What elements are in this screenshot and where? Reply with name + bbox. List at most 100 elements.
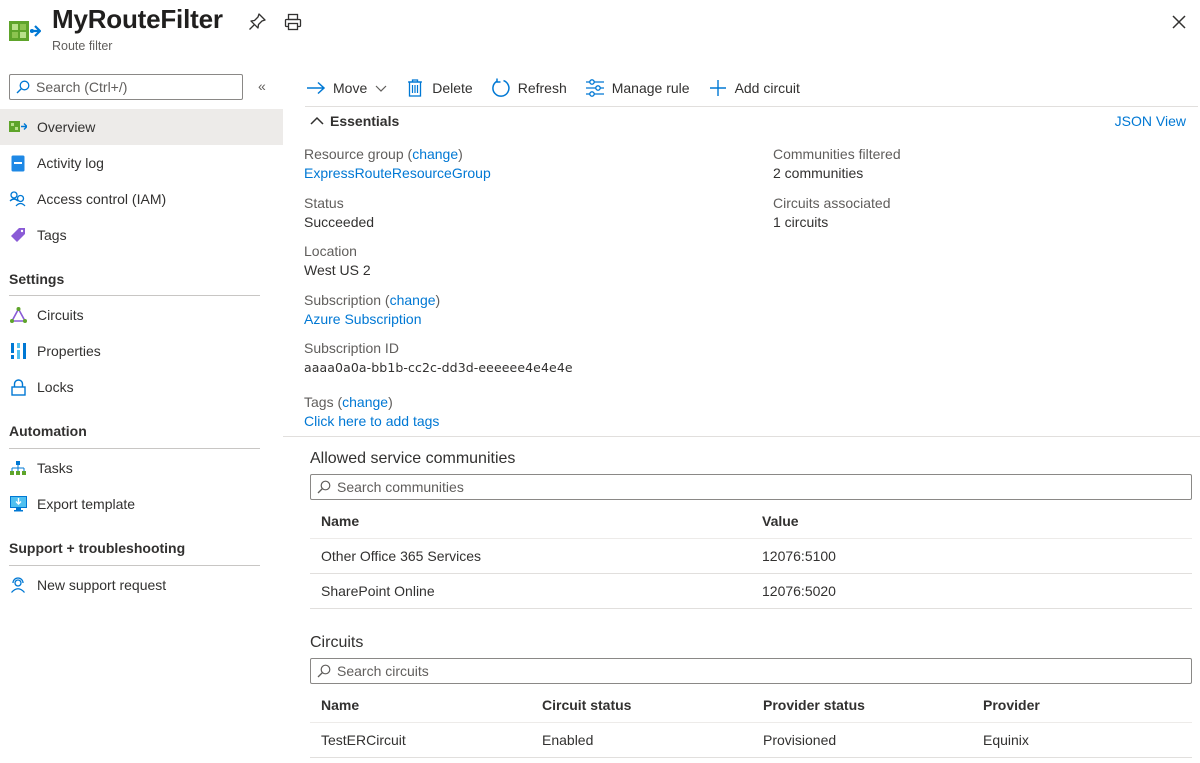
arrow-right-icon xyxy=(305,77,327,99)
circuit-status: Enabled xyxy=(542,732,594,748)
sidebar-item-new-support-request[interactable]: New support request xyxy=(0,567,283,603)
sidebar-search-placeholder: Search (Ctrl+/) xyxy=(36,79,128,95)
lock-icon xyxy=(9,378,27,396)
resource-group-label: Resource group xyxy=(304,146,404,162)
table-row[interactable]: SharePoint Online 12076:5020 xyxy=(310,574,1192,609)
sidebar-item-label: Tags xyxy=(37,227,67,243)
sidebar-item-label: Overview xyxy=(37,119,96,135)
sidebar-item-label: Properties xyxy=(37,343,101,359)
subscription-label: Subscription xyxy=(304,292,382,308)
sidebar-search-input[interactable]: Search (Ctrl+/) xyxy=(9,74,243,100)
export-template-icon xyxy=(9,495,27,513)
section-divider xyxy=(9,565,260,566)
subscription-id-property: Subscription ID aaaa0a0a-bb1b-cc2c-dd3d-… xyxy=(304,339,573,377)
tags-change-link[interactable]: change xyxy=(342,394,388,410)
circuits-section-title: Circuits xyxy=(310,634,364,651)
circuit-icon xyxy=(9,306,27,324)
tags-property: Tags (change) Click here to add tags xyxy=(304,394,440,429)
sidebar-item-label: Tasks xyxy=(37,460,73,476)
sidebar-item-overview[interactable]: Overview xyxy=(0,109,283,145)
location-value: West US 2 xyxy=(304,262,371,278)
sidebar-item-tags[interactable]: Tags xyxy=(0,217,283,253)
search-circuits-input[interactable]: Search circuits xyxy=(310,658,1192,684)
sidebar-item-locks[interactable]: Locks xyxy=(0,369,283,405)
subscription-change-link[interactable]: change xyxy=(390,292,436,308)
section-divider xyxy=(9,295,260,296)
sidebar-section-support: Support + troubleshooting xyxy=(9,540,186,556)
collapse-sidebar-icon[interactable]: « xyxy=(258,78,266,94)
sidebar-item-label: Locks xyxy=(37,379,74,395)
people-icon xyxy=(9,190,27,208)
pin-icon[interactable] xyxy=(247,12,267,32)
subscription-link[interactable]: Azure Subscription xyxy=(304,311,422,327)
sidebar-item-tasks[interactable]: Tasks xyxy=(0,450,283,486)
resource-group-change-link[interactable]: change xyxy=(412,146,458,162)
move-button[interactable]: Move xyxy=(305,74,387,102)
column-header-name[interactable]: Name xyxy=(321,504,359,539)
column-header-provider[interactable]: Provider xyxy=(983,688,1040,723)
command-bar: Move Delete Refresh Manage rule Add circ… xyxy=(305,74,817,102)
search-icon xyxy=(317,664,331,678)
add-tags-link[interactable]: Click here to add tags xyxy=(304,413,439,429)
json-view-link[interactable]: JSON View xyxy=(1115,113,1186,129)
sidebar-item-label: Circuits xyxy=(37,307,84,323)
table-header-row: Name Circuit status Provider status Prov… xyxy=(310,688,1192,723)
search-circuits-placeholder: Search circuits xyxy=(337,663,429,679)
circuits-associated-value: 1 circuits xyxy=(773,214,829,230)
communities-filtered-property: Communities filtered 2 communities xyxy=(773,145,901,183)
circuit-name: TestERCircuit xyxy=(321,732,406,748)
sidebar-item-export-template[interactable]: Export template xyxy=(0,486,283,522)
sidebar-item-label: New support request xyxy=(37,577,167,593)
column-header-value[interactable]: Value xyxy=(762,504,799,539)
add-circuit-button[interactable]: Add circuit xyxy=(707,74,800,102)
manage-rule-button[interactable]: Manage rule xyxy=(584,74,690,102)
search-communities-input[interactable]: Search communities xyxy=(310,474,1192,500)
essentials-toggle[interactable]: Essentials xyxy=(310,113,399,129)
search-icon xyxy=(16,80,30,94)
close-icon[interactable] xyxy=(1169,12,1189,32)
tasks-icon xyxy=(9,459,27,477)
resource-group-link[interactable]: ExpressRouteResourceGroup xyxy=(304,165,491,181)
location-label: Location xyxy=(304,243,357,259)
community-name: Other Office 365 Services xyxy=(321,548,482,564)
sidebar: Search (Ctrl+/) « Overview Activity log xyxy=(0,62,283,763)
toolbar-divider xyxy=(305,106,1198,107)
search-icon xyxy=(317,480,331,494)
subscription-id-value: aaaa0a0a-bb1b-cc2c-dd3d-eeeeee4e4e4e xyxy=(304,360,573,375)
communities-filtered-value: 2 communities xyxy=(773,165,864,181)
subscription-id-label: Subscription ID xyxy=(304,340,399,356)
refresh-button[interactable]: Refresh xyxy=(490,74,567,102)
column-header-circuit-status[interactable]: Circuit status xyxy=(542,688,631,723)
table-row[interactable]: TestERCircuit Enabled Provisioned Equini… xyxy=(310,723,1192,758)
sidebar-section-settings: Settings xyxy=(9,271,65,287)
sliders-icon xyxy=(584,77,606,99)
page-title: MyRouteFilter xyxy=(52,4,223,34)
essentials-divider xyxy=(283,436,1200,437)
section-divider xyxy=(9,448,260,449)
manage-rule-label: Manage rule xyxy=(611,80,690,96)
community-value: 12076:5020 xyxy=(762,583,836,599)
table-row[interactable]: Other Office 365 Services 12076:5100 xyxy=(310,539,1192,574)
circuits-associated-label: Circuits associated xyxy=(773,195,891,211)
sidebar-item-properties[interactable]: Properties xyxy=(0,333,283,369)
communities-section-title: Allowed service communities xyxy=(310,450,516,467)
sidebar-item-label: Activity log xyxy=(37,155,104,171)
sidebar-item-activity-log[interactable]: Activity log xyxy=(0,145,283,181)
provider-status: Provisioned xyxy=(763,732,837,748)
tags-label: Tags xyxy=(304,394,334,410)
move-label: Move xyxy=(333,80,368,96)
plus-icon xyxy=(707,77,729,99)
sidebar-item-circuits[interactable]: Circuits xyxy=(0,297,283,333)
status-value: Succeeded xyxy=(304,214,375,230)
essentials-label: Essentials xyxy=(330,113,400,129)
print-icon[interactable] xyxy=(283,12,303,32)
sidebar-item-access-control[interactable]: Access control (IAM) xyxy=(0,181,283,217)
delete-label: Delete xyxy=(432,80,473,96)
trash-icon xyxy=(404,77,426,99)
delete-button[interactable]: Delete xyxy=(404,74,473,102)
column-header-provider-status[interactable]: Provider status xyxy=(763,688,865,723)
communities-table: Name Value Other Office 365 Services 120… xyxy=(310,504,1192,609)
chevron-up-icon xyxy=(310,116,324,125)
status-label: Status xyxy=(304,195,344,211)
column-header-name[interactable]: Name xyxy=(321,688,359,723)
